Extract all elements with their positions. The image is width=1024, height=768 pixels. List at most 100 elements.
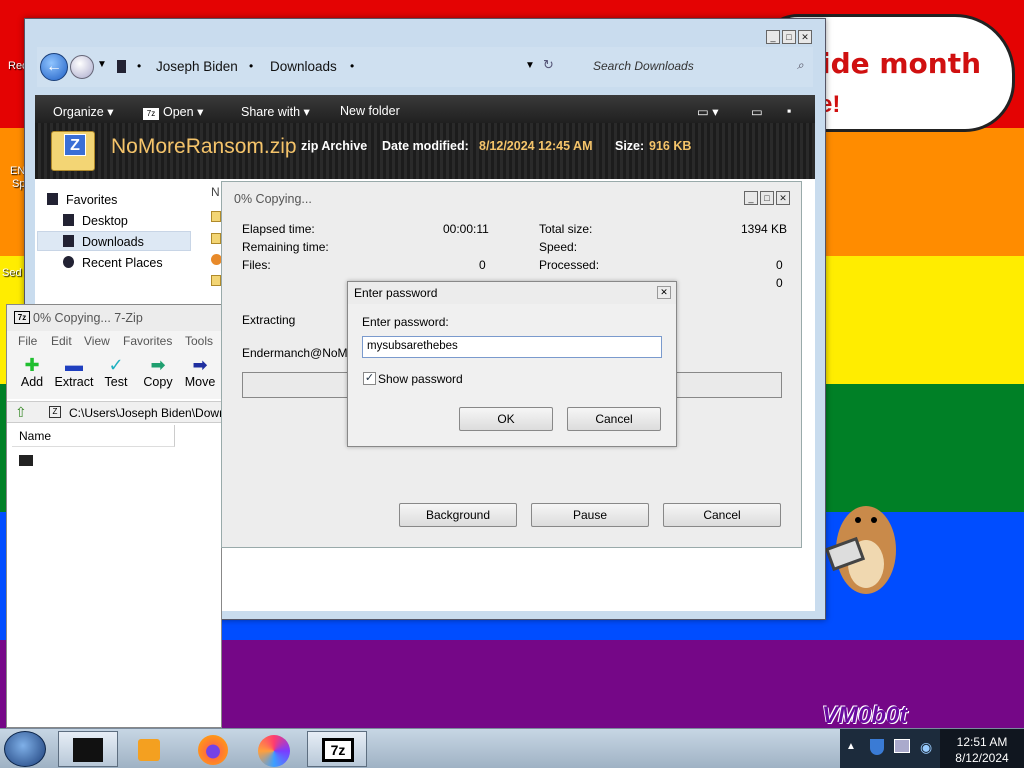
media-player-icon [138, 739, 160, 761]
dialog-title: Enter password [354, 286, 438, 300]
zip-icon: Z [49, 406, 61, 418]
minimize-icon[interactable]: _ [766, 30, 780, 44]
refresh-icon[interactable]: ↻ [543, 57, 554, 73]
menu-tools[interactable]: Tools [185, 334, 213, 348]
7zip-icon: 7z [14, 311, 30, 324]
processed-value: 0 [776, 258, 783, 272]
chevron-down-icon[interactable]: ▼ [97, 59, 107, 70]
tool-label: Extract [54, 375, 94, 389]
maximize-icon[interactable]: □ [782, 30, 796, 44]
nav-label: Favorites [66, 193, 118, 207]
tool-label: Copy [143, 375, 173, 389]
taskbar-browser[interactable] [244, 731, 304, 767]
help-icon[interactable]: ▪ [787, 104, 791, 118]
desktop-icon [63, 214, 74, 226]
close-icon[interactable]: ✕ [657, 286, 671, 299]
nav-item-downloads[interactable]: Downloads [63, 235, 144, 249]
file-row-icon[interactable] [19, 455, 33, 466]
bubble-text: ide month [821, 47, 982, 80]
new-folder-button[interactable]: New folder [340, 104, 400, 118]
extract-button[interactable]: ▬ Extract [54, 355, 94, 389]
close-icon[interactable]: ✕ [798, 30, 812, 44]
open-button[interactable]: 7z Open ▾ [143, 104, 203, 120]
clock[interactable]: 12:51 AM 8/12/2024 [940, 729, 1024, 768]
extracting-label: Extracting [242, 313, 296, 327]
organize-button[interactable]: Organize ▾ [53, 104, 113, 119]
share-button[interactable]: Share with ▾ [241, 104, 310, 119]
system-tray: ▲ ◉ [840, 729, 940, 768]
browser-icon [258, 735, 290, 767]
forward-icon[interactable] [70, 55, 94, 79]
password-input[interactable]: mysubsarethebes [362, 336, 662, 358]
minimize-icon[interactable]: _ [744, 191, 758, 205]
files-value: 0 [479, 258, 486, 272]
7zip-icon: 7z [143, 108, 159, 120]
pause-button[interactable]: Pause [531, 503, 649, 527]
tool-label: Add [20, 375, 44, 389]
cancel-button[interactable]: Cancel [663, 503, 781, 527]
chevron-down-icon[interactable]: ▼ [525, 60, 535, 71]
cancel-button[interactable]: Cancel [567, 407, 661, 431]
taskbar-explorer[interactable] [58, 731, 118, 767]
search-input[interactable]: Search Downloads ⌕ [593, 56, 809, 78]
close-icon[interactable]: ✕ [776, 191, 790, 205]
menu-file[interactable]: File [18, 334, 37, 348]
taskbar-7zip[interactable]: 7z [307, 731, 367, 767]
breadcrumb-item[interactable]: Joseph Biden [156, 59, 238, 74]
details-pane: Z NoMoreRansom.zip zip Archive Date modi… [35, 123, 815, 179]
nav-label: Downloads [82, 235, 144, 249]
title-bar: 7z 0% Copying... 7-Zip [7, 305, 223, 331]
up-folder-icon[interactable]: ⇧ [15, 404, 27, 421]
back-icon[interactable]: ← [40, 53, 68, 81]
show-hidden-icons[interactable]: ▲ [846, 741, 856, 752]
search-icon[interactable]: ⌕ [797, 58, 804, 73]
copy-button[interactable]: ➡ Copy [138, 355, 178, 389]
tool-label: Test [104, 375, 128, 389]
nav-item-favorites[interactable]: Favorites [47, 193, 117, 207]
password-label: Enter password: [362, 315, 449, 329]
nav-item-desktop[interactable]: Desktop [63, 214, 128, 228]
menu-bar: File Edit View Favorites Tools [7, 331, 223, 351]
move-button[interactable]: ➡ Move [180, 355, 220, 389]
recent-places-icon [63, 256, 74, 268]
ok-button[interactable]: OK [459, 407, 553, 431]
desktop-icon-label[interactable]: Sed [2, 267, 22, 279]
size-value: 916 KB [649, 139, 692, 153]
processed-label: Processed: [539, 258, 600, 272]
taskbar-firefox[interactable] [182, 731, 242, 767]
network-icon[interactable] [894, 739, 910, 753]
size-label: Size: [615, 139, 645, 153]
view-icon[interactable]: ▭ ▾ [697, 104, 719, 119]
dialog-title: 0% Copying... [234, 192, 312, 206]
nav-item-recent-places[interactable]: Recent Places [63, 256, 163, 270]
menu-edit[interactable]: Edit [51, 334, 72, 348]
column-header-name[interactable]: Name [12, 425, 175, 447]
file-type: zip Archive [301, 139, 368, 153]
folder-icon [211, 275, 221, 286]
background-button[interactable]: Background [399, 503, 517, 527]
start-button[interactable] [4, 731, 46, 767]
breadcrumb-separator-icon: • [350, 59, 355, 73]
maximize-icon[interactable]: □ [760, 191, 774, 205]
breadcrumb-separator-icon: • [249, 59, 254, 73]
menu-view[interactable]: View [84, 334, 110, 348]
breadcrumb-item[interactable]: Downloads [270, 59, 337, 74]
menu-favorites[interactable]: Favorites [123, 334, 172, 348]
show-password-label[interactable]: Show password [378, 372, 463, 386]
taskbar-media-player[interactable] [120, 731, 180, 767]
check-icon: ✓ [108, 355, 124, 375]
computer-icon [117, 60, 126, 73]
desktop-icon-label[interactable]: EN [10, 165, 25, 177]
address-bar: ← ▼ • Joseph Biden • Downloads • ▼ ↻ Sea… [37, 47, 813, 87]
show-password-checkbox[interactable]: ✓ [363, 372, 376, 385]
add-button[interactable]: ✚ Add [12, 355, 52, 389]
stat-value: 0 [776, 276, 783, 290]
watermark: VM0b0t [822, 702, 908, 729]
path-input[interactable]: C:\Users\Joseph Biden\Down [69, 406, 226, 420]
preview-pane-icon[interactable]: ▭ [751, 104, 763, 119]
folder-icon [211, 233, 221, 244]
volume-icon[interactable]: ◉ [920, 739, 932, 756]
test-button[interactable]: ✓ Test [96, 355, 136, 389]
security-icon[interactable] [870, 739, 884, 755]
column-header-name[interactable]: N [211, 185, 220, 199]
